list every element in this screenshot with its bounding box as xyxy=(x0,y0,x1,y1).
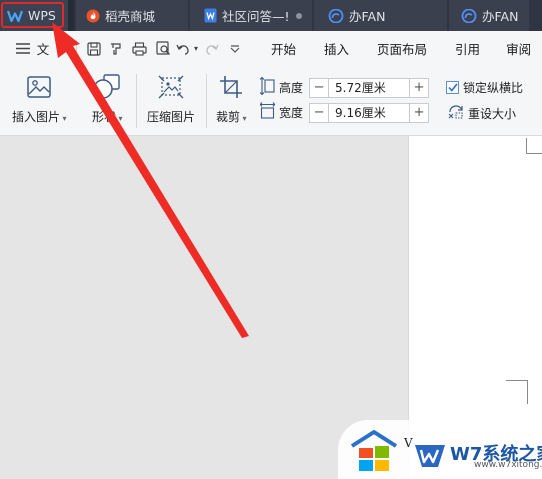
toolbar-divider xyxy=(76,39,77,58)
tab-label: 社区问答—! xyxy=(222,9,290,24)
print-preview-icon[interactable] xyxy=(151,37,175,61)
height-field-row: 高度 − 5.72厘米 + xyxy=(259,76,430,98)
quick-access-toolbar: 文 ▾ 开始 插入 页面布局 引用 审阅 xyxy=(0,31,542,66)
format-painter-icon[interactable] xyxy=(105,37,127,61)
file-menu[interactable]: 文 xyxy=(34,37,52,61)
menu-tab-page-layout[interactable]: 页面布局 xyxy=(365,39,439,58)
windows-logo-icon xyxy=(348,428,400,478)
undo-icon[interactable] xyxy=(175,37,191,61)
w7-logo-icon xyxy=(414,442,446,474)
watermark-letter: V xyxy=(404,436,413,450)
reset-size-button[interactable]: 重设大小 xyxy=(448,104,516,123)
lock-aspect-ratio-label: 锁定纵横比 xyxy=(463,81,524,95)
page-corner-mark xyxy=(526,138,542,154)
chevron-down-icon[interactable] xyxy=(52,37,70,61)
compress-picture-icon xyxy=(156,72,186,102)
cloud-icon xyxy=(461,8,477,23)
writer-doc-icon xyxy=(204,8,217,23)
insert-picture-button[interactable]: 插入图片 ▾ xyxy=(12,72,67,125)
width-field-row: 宽度 − 9.16厘米 + xyxy=(259,102,430,123)
watermark-url: www.w7xitong.com xyxy=(474,460,542,470)
customize-icon[interactable] xyxy=(223,37,247,61)
ribbon-divider xyxy=(206,74,207,128)
redo-icon[interactable] xyxy=(201,37,223,61)
picture-tools-ribbon: 插入图片 ▾ 形状 ▾ 压缩图片 裁剪 ▾ 高度 − 5.72厘米 + 宽度 −… xyxy=(0,66,542,136)
menu-tab-review[interactable]: 审阅 xyxy=(494,39,531,58)
hamburger-icon[interactable] xyxy=(12,37,34,61)
compress-picture-button[interactable]: 压缩图片 xyxy=(147,72,195,125)
shape-label: 形状 xyxy=(92,110,117,124)
height-label: 高度 xyxy=(279,81,304,95)
menu-tab-home[interactable]: 开始 xyxy=(259,39,308,58)
insert-picture-label: 插入图片 xyxy=(12,110,61,124)
crop-icon xyxy=(216,72,246,102)
reset-size-icon xyxy=(448,104,464,123)
tab-label: 稻壳商城 xyxy=(105,9,156,24)
tab-label: 办FAN xyxy=(349,9,386,24)
cloud-icon xyxy=(328,8,344,23)
insert-picture-icon xyxy=(24,72,54,102)
print-icon[interactable] xyxy=(127,37,151,61)
tab-wps[interactable]: WPS xyxy=(0,0,68,31)
docer-flame-icon xyxy=(86,9,100,23)
shape-button[interactable]: 形状 ▾ xyxy=(92,72,123,125)
tab-banfan-1[interactable]: 办FAN xyxy=(314,0,447,31)
tab-separator xyxy=(68,0,74,31)
tab-bar: WPS 稻壳商城 社区问答—! 办FAN 办FAN xyxy=(0,0,542,31)
tab-docer[interactable]: 稻壳商城 xyxy=(76,0,188,31)
height-input[interactable]: 5.72厘米 xyxy=(329,77,410,98)
tab-label: 办FAN xyxy=(482,9,519,24)
width-decrement-button[interactable]: − xyxy=(309,102,330,123)
unsaved-dot-icon[interactable] xyxy=(296,13,302,19)
compress-picture-label: 压缩图片 xyxy=(147,110,196,124)
tab-community[interactable]: 社区问答—! xyxy=(190,0,312,31)
menu-tab-insert[interactable]: 插入 xyxy=(312,39,361,58)
width-input[interactable]: 9.16厘米 xyxy=(329,102,410,123)
tab-banfan-2[interactable]: 办FAN xyxy=(449,0,529,31)
red-highlight-box xyxy=(1,2,64,28)
height-increment-button[interactable]: + xyxy=(409,77,430,98)
lock-aspect-ratio-checkbox[interactable]: 锁定纵横比 xyxy=(446,79,523,96)
checkbox-checked-icon xyxy=(446,81,459,94)
reset-size-label: 重设大小 xyxy=(468,107,517,121)
ribbon-divider xyxy=(136,74,137,128)
shape-icon xyxy=(92,72,122,102)
wps-window: WPS 稻壳商城 社区问答—! 办FAN 办FAN 文 ▾ 开始 插入 页面布局… xyxy=(0,0,542,479)
width-icon xyxy=(259,102,276,123)
height-decrement-button[interactable]: − xyxy=(309,77,330,98)
width-label: 宽度 xyxy=(279,106,304,120)
width-increment-button[interactable]: + xyxy=(409,102,430,123)
crop-button[interactable]: 裁剪 ▾ xyxy=(216,72,247,125)
undo-dropdown-icon[interactable]: ▾ xyxy=(191,37,201,61)
menu-tab-references[interactable]: 引用 xyxy=(443,39,492,58)
crop-label: 裁剪 xyxy=(216,110,241,124)
page-corner-mark xyxy=(506,380,528,404)
height-icon xyxy=(259,76,275,98)
save-icon[interactable] xyxy=(83,37,105,61)
